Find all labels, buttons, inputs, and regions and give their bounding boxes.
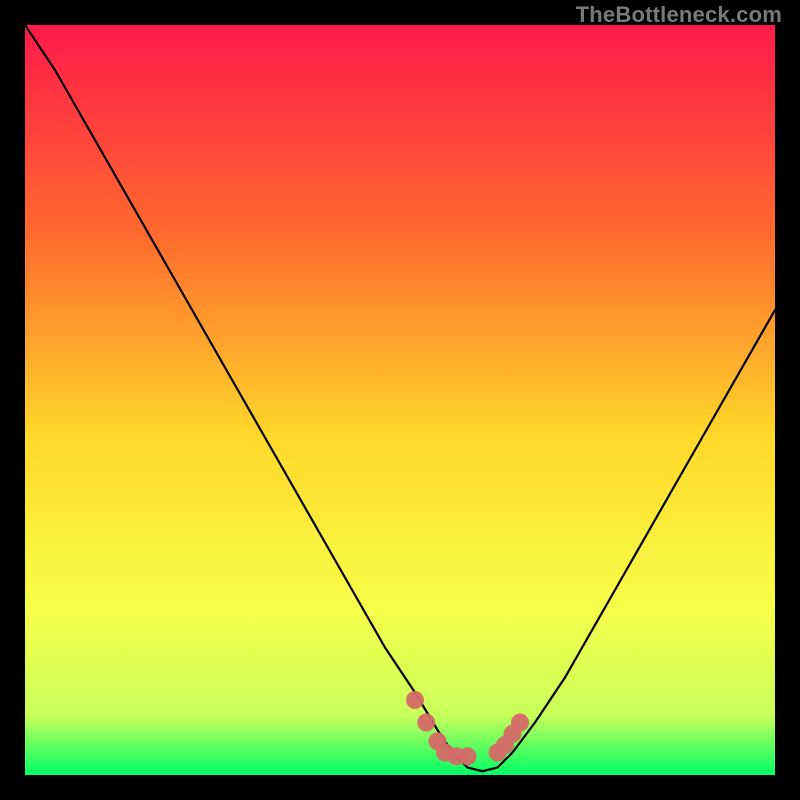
marker-dot: [417, 714, 435, 732]
marker-dot: [459, 747, 477, 765]
chart-svg: [25, 25, 775, 775]
marker-dot: [406, 691, 424, 709]
gradient-background: [25, 25, 775, 775]
marker-dot: [511, 714, 529, 732]
plot-area: [25, 25, 775, 775]
chart-frame: TheBottleneck.com: [0, 0, 800, 800]
